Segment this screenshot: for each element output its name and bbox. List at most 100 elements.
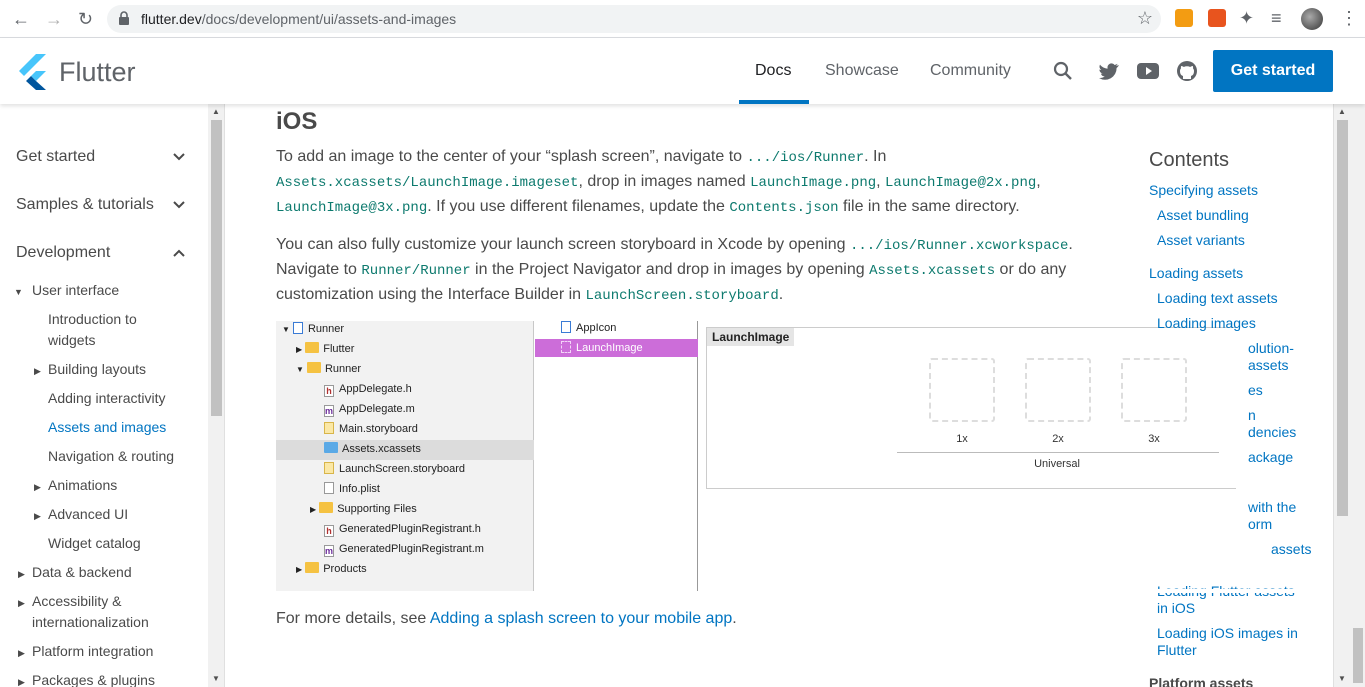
toc-link[interactable]: in iOS: [1157, 600, 1195, 617]
caret-right-icon[interactable]: ▶: [34, 511, 41, 522]
reload-icon[interactable]: ↻: [78, 9, 93, 30]
toc-link[interactable]: Asset variants: [1157, 232, 1245, 249]
toc-link[interactable]: Asset bundling: [1157, 207, 1249, 224]
toc-link[interactable]: Specifying assets: [1149, 182, 1258, 199]
sidebar-samples[interactable]: Samples & tutorials: [16, 194, 154, 215]
table-of-contents: Contents Specifying assets Asset bundlin…: [1149, 104, 1333, 687]
toc-link[interactable]: dencies: [1248, 424, 1296, 441]
toc-link[interactable]: Flutter: [1157, 642, 1197, 659]
caret-right-icon[interactable]: ▶: [18, 677, 25, 687]
toc-link[interactable]: Loading text assets: [1157, 290, 1278, 307]
toc-scrollbar[interactable]: ▲ ▼: [1333, 104, 1350, 687]
toc-link[interactable]: Loading assets: [1149, 265, 1243, 282]
universal-label: Universal: [1034, 458, 1080, 470]
storyboard-file-icon: [324, 422, 334, 434]
toc-link[interactable]: Platform assets: [1149, 675, 1253, 687]
toc-link[interactable]: ackage: [1248, 449, 1293, 466]
scroll-up-arrow-icon[interactable]: ▲: [212, 107, 220, 116]
sidebar-platform-integration[interactable]: Platform integration: [32, 641, 153, 662]
sidebar-item-layouts[interactable]: Building layouts: [48, 359, 146, 380]
puzzle-icon[interactable]: ✦: [1239, 8, 1254, 29]
project-icon: [292, 322, 303, 334]
sidebar-packages[interactable]: Packages & plugins: [32, 670, 155, 687]
sidebar-scrollbar[interactable]: ▲ ▼: [208, 104, 225, 687]
twitter-icon[interactable]: [1098, 60, 1120, 82]
sidebar-item-intro-cont[interactable]: widgets: [48, 330, 95, 351]
sidebar-data-backend[interactable]: Data & backend: [32, 562, 132, 583]
arrow-left-icon[interactable]: ←: [12, 9, 30, 30]
toc-link[interactable]: n: [1248, 407, 1256, 424]
xcode-tree-row: ▶ Supporting Files: [310, 502, 417, 515]
section-heading-ios: iOS: [276, 108, 318, 135]
sidebar-accessibility-cont[interactable]: internationalization: [32, 612, 149, 633]
app-icon-set-icon: [561, 321, 571, 333]
page-scroll-thumb[interactable]: [1353, 628, 1363, 683]
header-file-icon: h: [324, 525, 334, 537]
kebab-menu-icon[interactable]: ⋮: [1340, 8, 1358, 29]
scroll-down-arrow-icon[interactable]: ▼: [1338, 674, 1346, 683]
sidebar-item-animations[interactable]: Animations: [48, 475, 117, 496]
page-scrollbar[interactable]: ▲: [1350, 38, 1365, 687]
xcode-screenshot: ▼ Runner ▶ Flutter ▼ Runner h AppDelegate…: [276, 321, 1236, 591]
arrow-right-icon[interactable]: →: [45, 9, 63, 30]
nav-active-indicator: [739, 100, 809, 104]
toc-link[interactable]: Loading iOS images in: [1157, 625, 1298, 642]
caret-right-icon[interactable]: ▶: [18, 569, 25, 580]
paragraph-ios-storyboard: You can also fully customize your launch…: [276, 236, 1073, 304]
bookmark-star-icon[interactable]: ☆: [1137, 8, 1153, 29]
get-started-button[interactable]: Get started: [1213, 50, 1333, 92]
extension-chart-icon[interactable]: [1175, 9, 1193, 27]
sidebar-development[interactable]: Development: [16, 242, 110, 263]
chevron-down-icon[interactable]: [172, 150, 186, 164]
toc-link[interactable]: olution-: [1248, 340, 1294, 357]
toc-link[interactable]: assets: [1248, 357, 1288, 374]
chevron-down-icon[interactable]: [172, 198, 186, 212]
scroll-up-arrow-icon[interactable]: ▲: [1338, 107, 1346, 116]
xcode-set-row: LaunchImage: [561, 338, 643, 358]
youtube-icon[interactable]: [1137, 60, 1159, 82]
chevron-up-icon[interactable]: [172, 246, 186, 260]
search-icon[interactable]: [1052, 60, 1074, 82]
flutter-logo-icon[interactable]: [16, 54, 48, 90]
sidebar-accessibility[interactable]: Accessibility &: [32, 591, 121, 612]
nav-community[interactable]: Community: [930, 62, 1011, 80]
toc-link[interactable]: assets: [1271, 541, 1311, 558]
nav-showcase[interactable]: Showcase: [825, 62, 899, 80]
caret-right-icon[interactable]: ▶: [34, 366, 41, 377]
folder-icon: [305, 562, 320, 573]
sidebar-scroll-thumb[interactable]: [211, 120, 222, 416]
profile-avatar[interactable]: [1301, 8, 1323, 30]
lock-icon: [119, 11, 129, 25]
sidebar-user-interface[interactable]: User interface: [32, 280, 119, 301]
caret-right-icon[interactable]: ▶: [18, 598, 25, 609]
brand-name[interactable]: Flutter: [59, 57, 136, 88]
sidebar-item-interactivity[interactable]: Adding interactivity: [48, 388, 166, 409]
caret-right-icon[interactable]: ▶: [34, 482, 41, 493]
toc-link[interactable]: with the: [1248, 499, 1296, 516]
sidebar-item-intro[interactable]: Introduction to: [48, 309, 137, 330]
overlap-mask: [1149, 589, 1329, 593]
plist-file-icon: [324, 482, 334, 494]
sidebar-item-catalog[interactable]: Widget catalog: [48, 533, 141, 554]
splash-screen-link[interactable]: Adding a splash screen to your mobile ap…: [430, 610, 732, 627]
sidebar-item-navigation[interactable]: Navigation & routing: [48, 446, 174, 467]
toc-link[interactable]: Loading images: [1157, 315, 1256, 332]
xcode-tree-row: Main.storyboard: [324, 419, 418, 439]
toc-link[interactable]: orm: [1248, 516, 1272, 533]
caret-down-icon[interactable]: ▼: [14, 287, 23, 297]
image-slot-2x: [1025, 358, 1091, 422]
sidebar-item-assets[interactable]: Assets and images: [48, 417, 166, 438]
toc-scroll-thumb[interactable]: [1337, 120, 1348, 516]
caret-right-icon[interactable]: ▶: [18, 648, 25, 659]
sidebar-get-started[interactable]: Get started: [16, 146, 95, 167]
sidebar-item-advanced[interactable]: Advanced UI: [48, 504, 128, 525]
address-bar[interactable]: flutter.dev/docs/development/ui/assets-a…: [107, 5, 1161, 33]
scroll-down-arrow-icon[interactable]: ▼: [212, 674, 220, 683]
toc-link[interactable]: es: [1248, 382, 1263, 399]
url-text: flutter.dev/docs/development/ui/assets-a…: [141, 11, 457, 27]
paragraph-more-details: For more details, see Adding a splash sc…: [276, 610, 737, 627]
extension-flag-icon[interactable]: [1208, 9, 1226, 27]
github-icon[interactable]: [1176, 60, 1198, 82]
media-queue-icon[interactable]: ≡: [1271, 8, 1282, 29]
nav-docs[interactable]: Docs: [755, 62, 791, 80]
